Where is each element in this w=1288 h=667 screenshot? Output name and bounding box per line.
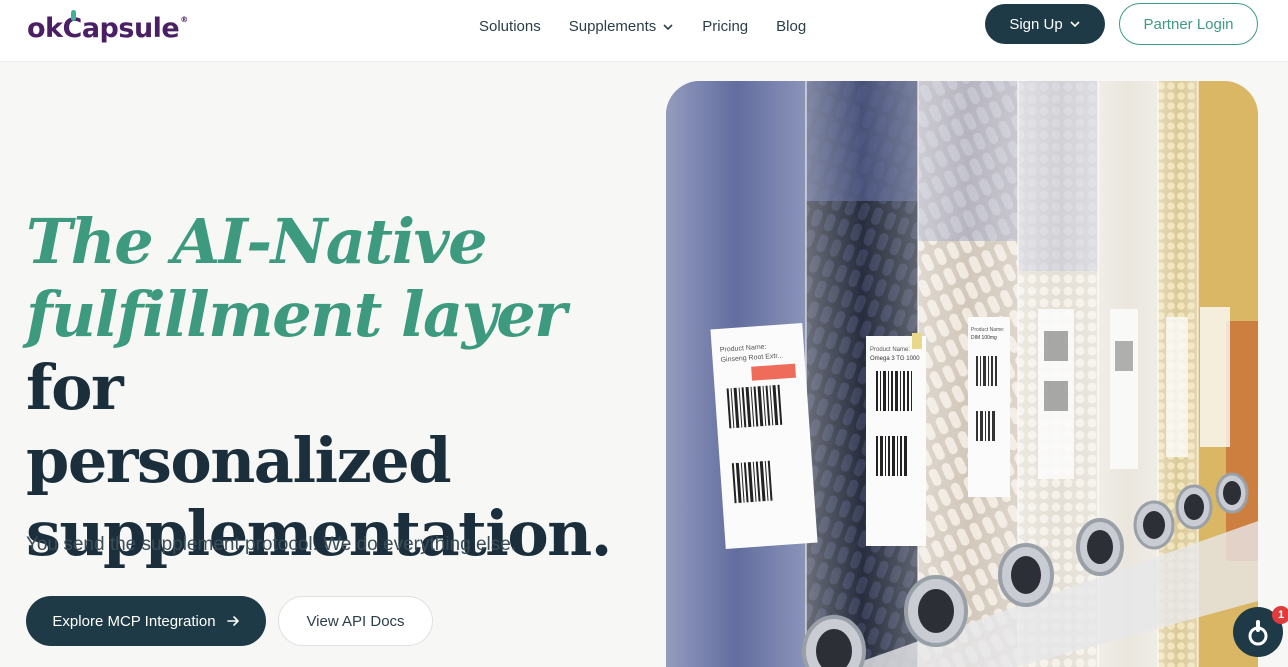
label-card: Product Name: DIM 100mg (968, 317, 1010, 497)
label-card: Product Name: Omega 3 TG 1000 (866, 333, 926, 546)
dispenser-knob (998, 543, 1054, 607)
label-2-value: Omega 3 TG 1000 (870, 356, 920, 362)
dispenser-knob (1133, 500, 1175, 550)
chevron-down-icon (663, 23, 673, 30)
nav-item-pricing[interactable]: Pricing (702, 18, 748, 35)
nav-item-supplements[interactable]: Supplements (569, 18, 675, 35)
dispenser-knob (802, 615, 866, 667)
nav-item-label: Blog (776, 18, 807, 35)
explore-mcp-button[interactable]: Explore MCP Integration (26, 596, 266, 646)
hero-subtitle: You send the supplement protocol. We do … (26, 534, 517, 555)
notification-badge: 1 (1272, 606, 1288, 624)
logo-text: okCapsule (27, 12, 180, 44)
nav-item-blog[interactable]: Blog (776, 18, 806, 35)
dispenser-knob (1076, 518, 1124, 576)
label-2-name: Product Name: (870, 347, 910, 353)
main-nav: Solutions Supplements Pricing Blog (479, 18, 834, 35)
arrow-right-icon (226, 616, 239, 626)
explore-mcp-label: Explore MCP Integration (52, 612, 216, 630)
hero-title-line-3: personalized (26, 424, 452, 497)
logo-accent-mark (71, 10, 76, 21)
nav-item-label: Solutions (479, 18, 541, 35)
dispenser-knob (1175, 484, 1213, 530)
view-api-docs-button[interactable]: View API Docs (278, 596, 433, 646)
label-3-value: DIM 100mg (971, 335, 997, 341)
dispenser-knob (1215, 472, 1249, 514)
nav-item-label: Pricing (702, 18, 749, 35)
dispenser-knob (904, 575, 968, 647)
hero-title-accent-line-1: The AI-Native (26, 205, 488, 278)
chat-capsule-icon (1248, 620, 1268, 646)
hero-image-supplement-dispensers: Product Name: Ginseng Root Extr... Produ… (666, 81, 1258, 667)
nav-item-label: Supplements (568, 18, 657, 35)
sign-up-button[interactable]: Sign Up (985, 4, 1105, 44)
hero-title: The AI-Native fulfillment layer for pers… (26, 205, 646, 570)
label-card: Product Name: Ginseng Root Extr... (710, 323, 818, 549)
logo-registered-mark: ® (180, 14, 188, 24)
chevron-down-icon (1070, 21, 1080, 28)
hero-title-accent-line-2: fulfillment layer (26, 278, 567, 351)
label-3-name: Product Name: (971, 327, 1004, 333)
site-header: okCapsule ® Solutions Supplements Pricin… (0, 0, 1288, 62)
sign-up-label: Sign Up (1009, 15, 1063, 33)
hero-title-for: for (26, 351, 124, 424)
partner-login-button[interactable]: Partner Login (1119, 3, 1258, 45)
dispenser-illustration: Product Name: Ginseng Root Extr... Produ… (666, 81, 1258, 667)
nav-item-solutions[interactable]: Solutions (479, 18, 541, 35)
logo[interactable]: okCapsule ® (27, 8, 188, 48)
